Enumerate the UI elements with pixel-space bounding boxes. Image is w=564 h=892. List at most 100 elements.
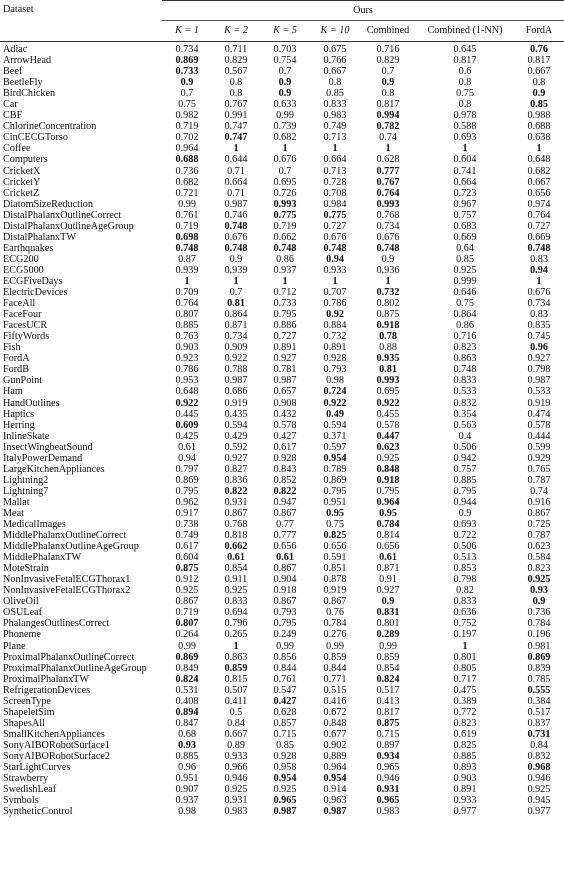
accuracy-cell: 0.962 (175, 496, 199, 508)
accuracy-cell: 0.787 (527, 530, 551, 542)
accuracy-cell: 0.628 (376, 154, 400, 166)
table-row: Coffee 0.964 1 1 1 1 1 1 (0, 143, 564, 154)
dataset-name-cell: RefrigerationDevices (3, 684, 91, 696)
accuracy-cell: 1 (462, 143, 468, 155)
accuracy-cell: 0.983 (323, 110, 347, 122)
dataset-name-cell: ShapeletSim (3, 706, 55, 718)
accuracy-cell: 0.98 (178, 806, 196, 818)
accuracy-cell: 0.99 (326, 640, 344, 652)
accuracy-cell: 0.719 (175, 220, 199, 232)
accuracy-cell: 0.667 (323, 66, 347, 78)
accuracy-cell: 0.567 (224, 66, 248, 78)
accuracy-cell: 0.839 (527, 662, 551, 674)
accuracy-cell: 0.675 (323, 44, 347, 55)
accuracy-cell: 0.801 (453, 651, 477, 663)
accuracy-cell: 0.563 (453, 419, 477, 431)
accuracy-cell: 0.772 (453, 706, 477, 718)
accuracy-cell: 0.835 (527, 320, 551, 332)
accuracy-cell: 0.8 (328, 77, 342, 89)
accuracy-cell: 0.667 (527, 176, 551, 188)
accuracy-cell: 0.9 (278, 77, 292, 89)
accuracy-cell: 0.715 (273, 728, 297, 740)
dataset-name-cell: ElectricDevices (3, 287, 68, 299)
accuracy-cell: 0.432 (273, 408, 297, 420)
accuracy-cell: 0.85 (530, 99, 548, 111)
table-row: StarLightCurves 0.96 0.966 0.958 0.964 0.965 0… (0, 762, 564, 773)
accuracy-cell: 0.695 (376, 386, 400, 398)
accuracy-cell: 0.757 (453, 463, 477, 475)
accuracy-cell: 0.7 (278, 165, 292, 177)
accuracy-cell: 0.869 (175, 651, 199, 663)
accuracy-cell: 0.788 (224, 364, 248, 376)
accuracy-cell: 0.75 (456, 298, 474, 310)
table-body: Adiac 0.734 0.711 0.703 0.675 0.716 0.645 0.76 A… (0, 42, 564, 818)
accuracy-cell: 0.669 (453, 231, 477, 243)
accuracy-cell: 0.988 (527, 110, 551, 122)
accuracy-cell: 0.389 (453, 695, 477, 707)
accuracy-cell: 0.7 (180, 88, 194, 100)
accuracy-cell: 0.517 (527, 706, 551, 718)
accuracy-cell: 0.93 (178, 739, 196, 751)
accuracy-cell: 0.619 (453, 728, 477, 740)
table-row: Ham 0.648 0.686 0.657 0.724 0.695 0.533 0.533 (0, 386, 564, 397)
column-header-combined: Combined (360, 20, 416, 42)
accuracy-cell: 0.885 (453, 751, 477, 762)
dataset-name-cell: Fish (3, 342, 21, 354)
accuracy-cell: 0.713 (323, 165, 347, 177)
accuracy-cell: 0.933 (323, 264, 347, 276)
table-row: ProximalPhalanxOutlineAgeGroup 0.849 0.859… (0, 663, 564, 674)
dataset-name-cell: DistalPhalanxOutlineAgeGroup (3, 220, 134, 232)
accuracy-cell: 0.795 (273, 618, 297, 630)
accuracy-cell: 0.974 (527, 198, 551, 210)
accuracy-cell: 0.869 (527, 651, 551, 663)
accuracy-cell: 0.475 (453, 684, 477, 696)
dataset-name-cell: Car (3, 99, 18, 111)
accuracy-cell: 0.987 (273, 806, 297, 818)
accuracy-cell: 0.789 (323, 463, 347, 475)
accuracy-cell: 0.719 (175, 607, 199, 619)
dataset-name-cell: Herring (3, 419, 35, 431)
accuracy-cell: 0.672 (323, 706, 347, 718)
accuracy-cell: 0.987 (224, 198, 248, 210)
table-row: Lightning7 0.795 0.822 0.822 0.795 0.795 0.795… (0, 486, 564, 497)
accuracy-cell: 0.947 (273, 496, 297, 508)
accuracy-cell: 0.854 (224, 563, 248, 575)
accuracy-cell: 0.265 (224, 629, 248, 641)
dataset-name-cell: DistalPhalanxTW (3, 231, 76, 243)
dataset-name-cell: SmallKitchenAppliances (3, 728, 105, 740)
accuracy-cell: 0.698 (175, 231, 199, 243)
accuracy-cell: 0.74 (379, 132, 397, 144)
accuracy-cell: 0.604 (175, 552, 199, 564)
accuracy-cell: 0.8 (381, 88, 395, 100)
dataset-name-cell: Meat (3, 507, 24, 519)
accuracy-cell: 0.84 (227, 717, 245, 729)
accuracy-cell: 0.935 (376, 353, 400, 365)
accuracy-cell: 0.937 (273, 264, 297, 276)
accuracy-cell: 0.954 (273, 773, 297, 785)
accuracy-cell: 0.993 (376, 198, 400, 210)
accuracy-cell: 0.867 (224, 507, 248, 519)
table-row: Adiac 0.734 0.711 0.703 0.675 0.716 0.645 0.76 (0, 42, 564, 56)
accuracy-cell: 0.734 (376, 220, 400, 232)
accuracy-cell: 0.925 (224, 585, 248, 597)
dataset-name-cell: MedicalImages (3, 519, 66, 531)
accuracy-cell: 0.749 (175, 530, 199, 542)
dataset-name-cell: CinCECGTorso (3, 132, 68, 144)
accuracy-cell: 0.9 (180, 77, 194, 89)
accuracy-cell: 0.95 (379, 507, 397, 519)
column-header-k5: K = 5 (260, 20, 310, 42)
table-row: DistalPhalanxOutlineCorrect 0.761 0.746 0.7… (0, 210, 564, 221)
accuracy-cell: 0.91 (379, 574, 397, 586)
accuracy-cell: 0.863 (224, 651, 248, 663)
accuracy-cell: 0.715 (376, 728, 400, 740)
accuracy-cell: 0.958 (273, 762, 297, 774)
accuracy-cell: 0.987 (323, 806, 347, 818)
accuracy-cell: 0.814 (376, 530, 400, 542)
accuracy-cell: 0.797 (175, 463, 199, 475)
accuracy-cell: 0.923 (175, 353, 199, 365)
accuracy-cell: 0.648 (527, 154, 551, 166)
accuracy-cell: 0.83 (530, 309, 548, 321)
accuracy-cell: 0.754 (273, 55, 297, 67)
accuracy-cell: 0.736 (175, 165, 199, 177)
accuracy-cell: 0.914 (323, 784, 347, 796)
